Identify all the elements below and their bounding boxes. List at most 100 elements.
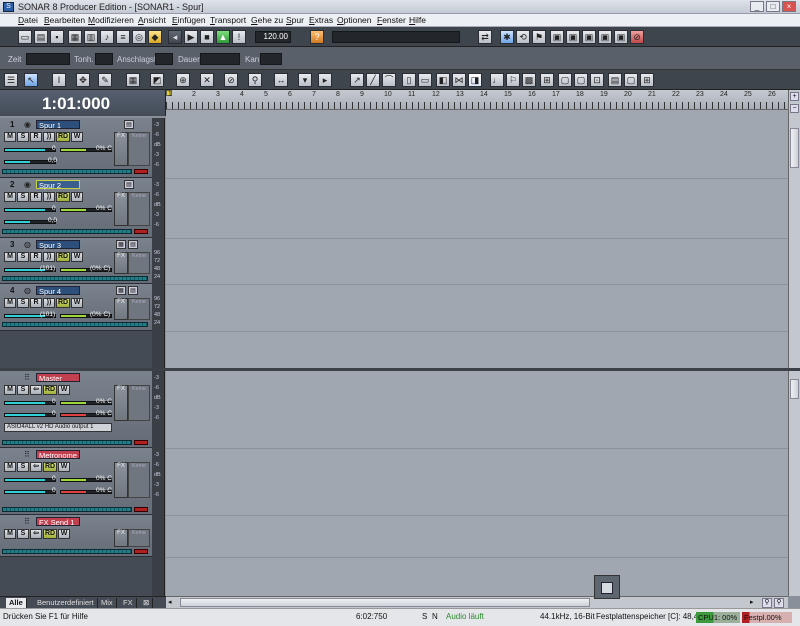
menu-fenster[interactable]: Fenster — [377, 15, 406, 25]
mixer-icon-3[interactable]: ▣ — [582, 30, 596, 44]
volume-fader[interactable] — [4, 401, 56, 405]
track-vscrollbar[interactable] — [788, 118, 800, 368]
loop-icon[interactable]: ⟲ — [516, 30, 530, 44]
mute-button[interactable]: M — [4, 462, 16, 472]
tab-benutzerdefiniert[interactable]: Benutzerdefiniert — [34, 598, 98, 608]
bus-name[interactable]: FX Send 1 — [36, 517, 80, 527]
mute-button[interactable]: M — [4, 529, 16, 539]
new-file-icon[interactable]: ▭ — [18, 30, 32, 44]
expand-icon[interactable]: ⊞ — [540, 73, 554, 87]
hscroll-thumb[interactable] — [180, 598, 590, 607]
slip-icon[interactable]: ◧ — [436, 73, 450, 87]
input-echo-icon[interactable]: )) — [43, 298, 55, 308]
fit-tracks-icon[interactable]: ▢ — [574, 73, 588, 87]
draw-tool-icon[interactable]: ✎ — [98, 73, 112, 87]
bus-vscroll-thumb[interactable] — [790, 379, 799, 399]
track-clips-pane[interactable] — [166, 110, 788, 368]
layout-icon[interactable]: ⊞ — [640, 73, 654, 87]
mixer-icon-4[interactable]: ▣ — [598, 30, 612, 44]
fx-bin[interactable]: FX — [114, 529, 128, 547]
menu-extras[interactable]: Extras — [309, 15, 333, 25]
tab-mix[interactable]: Mix — [98, 598, 117, 608]
read-automation-button[interactable]: RD — [43, 529, 57, 539]
zeit-field[interactable] — [26, 53, 70, 65]
solo-button[interactable]: S — [17, 132, 29, 142]
arm-button[interactable]: R — [30, 298, 42, 308]
stop-icon[interactable]: ■ — [200, 30, 214, 44]
solo-button[interactable]: S — [17, 192, 29, 202]
read-automation-button[interactable]: RD — [56, 132, 70, 142]
piano-roll-icon[interactable]: ▦ — [116, 240, 126, 249]
phase-icon[interactable]: ⇦ — [30, 529, 42, 539]
read-automation-button[interactable]: RD — [56, 298, 70, 308]
mute-button[interactable]: M — [4, 385, 16, 395]
tempo-tap-icon[interactable]: ? — [310, 30, 324, 44]
zoom-in-icon[interactable]: + — [790, 92, 799, 101]
write-automation-button[interactable]: W — [71, 298, 83, 308]
mute-tool-icon[interactable]: ✕ — [200, 73, 214, 87]
minimize-button[interactable]: _ — [750, 1, 764, 12]
metronome-icon[interactable]: ▲ — [216, 30, 230, 44]
zoom-out-icon[interactable]: ⚲ — [762, 598, 772, 608]
arm-button[interactable]: R — [30, 252, 42, 262]
erase-tool-icon[interactable]: ⊘ — [224, 73, 238, 87]
mixer-icon-1[interactable]: ▣ — [550, 30, 564, 44]
solo-button[interactable]: S — [17, 462, 29, 472]
input-echo-icon[interactable]: )) — [43, 192, 55, 202]
automation-icon[interactable]: ↗ — [350, 73, 364, 87]
track-4[interactable]: 4 ◍ Spur 4 ▦ ▤ M S R )) RD W (101) (0% C… — [0, 284, 152, 331]
save-file-icon[interactable]: ▪ — [50, 30, 64, 44]
fx-slot[interactable]: Keine — [128, 132, 150, 166]
collapse-icon[interactable]: ▢ — [624, 73, 638, 87]
tab-alle[interactable]: Alle — [6, 598, 27, 608]
track-menu-icon[interactable]: ▤ — [124, 120, 134, 129]
piano-roll-icon[interactable]: ▥ — [84, 30, 98, 44]
track-name[interactable]: Spur 3 — [36, 240, 80, 250]
fx-slot[interactable]: Keine — [128, 385, 150, 421]
track-1[interactable]: 1 ◉ Spur 1 ▤ M S R )) RD W 0 0% C 0,0 FX… — [0, 118, 152, 178]
volume-fader[interactable] — [4, 148, 56, 152]
mute-button[interactable]: M — [4, 192, 16, 202]
staff-view-icon[interactable]: ♪ — [100, 30, 114, 44]
maximize-button[interactable]: □ — [766, 1, 780, 12]
bus-master[interactable]: ⠿ Master M S ⇦ RD W 0 0% C 0 0% C ASIO4A… — [0, 371, 152, 448]
bus-name[interactable]: Master — [36, 373, 80, 383]
fx-bin[interactable]: FX — [114, 252, 128, 274]
fx-slot[interactable]: Keine — [128, 462, 150, 498]
volume-fader-right[interactable] — [4, 413, 56, 417]
track-manager-icon[interactable]: ▤ — [608, 73, 622, 87]
grid-icon[interactable]: ▦ — [126, 73, 140, 87]
tab-more-icon[interactable]: ⊠ — [140, 598, 154, 608]
anschlag-field[interactable] — [155, 53, 173, 65]
zoom-out-icon[interactable]: − — [790, 104, 799, 113]
input-echo-icon[interactable]: )) — [43, 132, 55, 142]
markers-lane-icon[interactable]: ⚐ — [506, 73, 520, 87]
track-name[interactable]: Spur 2 — [36, 180, 80, 190]
piano-roll-icon[interactable]: ▦ — [116, 286, 126, 295]
menu-transport[interactable]: Transport — [210, 15, 246, 25]
console-view-icon[interactable]: ▦ — [68, 30, 82, 44]
menu-einfuegen[interactable]: Einfügen — [172, 15, 206, 25]
bus-name[interactable]: Metronome — [36, 450, 80, 460]
read-automation-button[interactable]: RD — [56, 192, 70, 202]
write-automation-button[interactable]: W — [58, 462, 70, 472]
volume-fader[interactable] — [4, 478, 56, 482]
fx-bin[interactable]: FX — [114, 192, 128, 226]
show-all-icon[interactable]: ⊡ — [590, 73, 604, 87]
fx-tool-icon[interactable]: ⊕ — [176, 73, 190, 87]
fx-bin[interactable]: FX — [114, 132, 128, 166]
bus-clips-pane[interactable] — [166, 371, 788, 596]
menu-gehe-zu[interactable]: Gehe zu — [251, 15, 283, 25]
volume-fader-right[interactable] — [4, 490, 56, 494]
bus-vscrollbar[interactable] — [788, 371, 800, 596]
preset-dropdown[interactable] — [332, 31, 460, 43]
open-file-icon[interactable]: ▤ — [34, 30, 48, 44]
menu-modifizieren[interactable]: Modifizieren — [88, 15, 134, 25]
track-3[interactable]: 3 ◍ Spur 3 ▦ ▤ M S R )) RD W (101) (0% C… — [0, 238, 152, 284]
marker-icon[interactable]: ⚑ — [532, 30, 546, 44]
move-tool-icon[interactable]: ✥ — [76, 73, 90, 87]
track-name[interactable]: Spur 1 — [36, 120, 80, 130]
fx-bin[interactable]: FX — [114, 385, 128, 421]
read-automation-button[interactable]: RD — [43, 385, 57, 395]
mixer-icon-5[interactable]: ▣ — [614, 30, 628, 44]
